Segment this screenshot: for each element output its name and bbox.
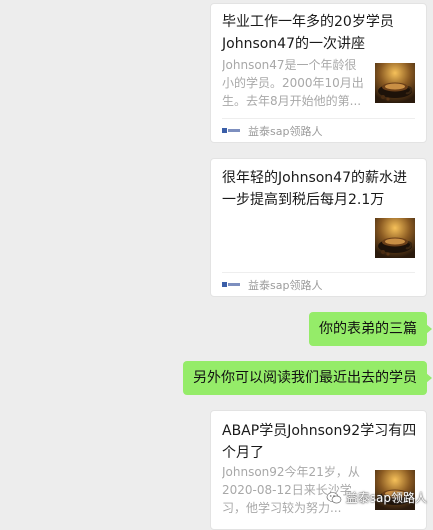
article-title: ABAP学员Johnson92学习有四个月了 xyxy=(222,423,417,461)
article-title: 很年轻的Johnson47的薪水进一步提高到税后每月2.1万 xyxy=(222,170,407,208)
card-footer: 益泰sap领路人 xyxy=(222,277,322,293)
source-logo-icon xyxy=(222,128,240,133)
card-footer: 益泰sap领路人 xyxy=(222,123,322,139)
coffee-cup-thumbnail xyxy=(375,63,415,103)
bubble-tail xyxy=(426,324,432,334)
watermark-text: 益泰sap领路人 xyxy=(345,491,427,505)
message-text: 另外你可以阅读我们最近出去的学员 xyxy=(193,370,417,386)
coffee-cup-thumbnail xyxy=(375,218,415,258)
article-source: 益泰sap领路人 xyxy=(248,125,323,138)
chat-history[interactable]: 毕业工作一年多的20岁学员Johnson47的一次讲座 Johnson47是一个… xyxy=(0,0,433,530)
article-card[interactable]: 很年轻的Johnson47的薪水进一步提高到税后每月2.1万 益泰sap领路人 xyxy=(210,158,427,297)
article-card[interactable]: ABAP学员Johnson92学习有四个月了 Johnson92今年21岁，从2… xyxy=(210,410,427,530)
article-description: Johnson47是一个年龄很小的学员。2000年10月出生。去年8月开始他的第… xyxy=(222,58,364,108)
card-divider xyxy=(222,118,415,119)
article-card[interactable]: 毕业工作一年多的20岁学员Johnson47的一次讲座 Johnson47是一个… xyxy=(210,3,427,143)
wechat-official-account-icon xyxy=(326,491,342,503)
sent-message-bubble[interactable]: 你的表弟的三篇 xyxy=(309,312,432,346)
article-title: 毕业工作一年多的20岁学员Johnson47的一次讲座 xyxy=(222,14,394,52)
source-logo-icon xyxy=(222,282,240,287)
message-text: 你的表弟的三篇 xyxy=(319,321,417,337)
bubble-tail xyxy=(426,373,432,383)
sent-message-bubble[interactable]: 另外你可以阅读我们最近出去的学员 xyxy=(183,361,432,395)
card-divider xyxy=(222,272,415,273)
watermark: 益泰sap领路人 xyxy=(326,489,427,506)
article-source: 益泰sap领路人 xyxy=(248,279,323,292)
